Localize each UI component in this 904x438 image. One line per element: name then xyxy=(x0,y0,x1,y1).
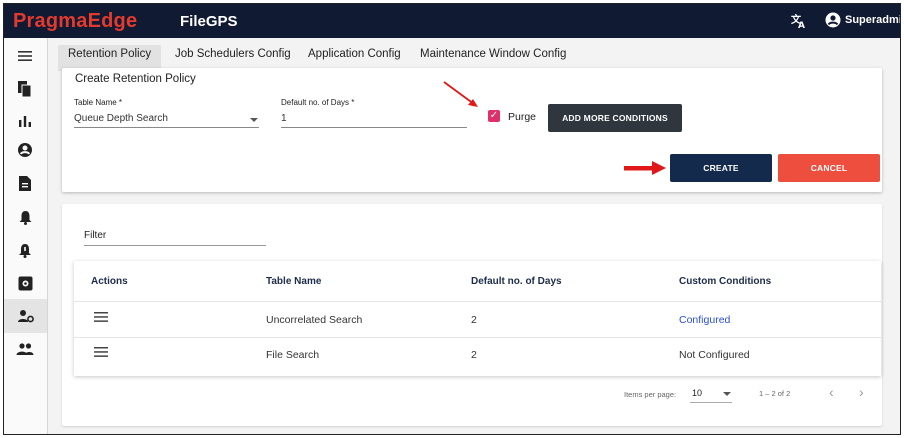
days-underline xyxy=(281,127,467,128)
app-window: PragmaEdge FileGPS 文A Superadmin xyxy=(3,3,901,435)
group-icon[interactable] xyxy=(16,340,34,358)
bell-icon[interactable] xyxy=(16,208,34,226)
account-icon[interactable] xyxy=(16,141,34,159)
table-name-label: Table Name * xyxy=(74,98,123,107)
create-button[interactable]: CREATE xyxy=(670,154,772,182)
cancel-button[interactable]: CANCEL xyxy=(778,154,880,182)
user-name[interactable]: Superadmin xyxy=(845,14,900,26)
filter-underline xyxy=(84,245,266,246)
policy-table: Actions Table Name Default no. of Days C… xyxy=(74,261,881,376)
svg-text:A: A xyxy=(798,21,805,30)
table-name-underline xyxy=(74,127,259,128)
table-cell-days: 2 xyxy=(471,314,477,326)
items-per-page-underline xyxy=(690,402,732,403)
items-per-page-select[interactable]: 10 xyxy=(692,388,702,398)
previous-page-icon[interactable]: ‹ xyxy=(829,384,834,400)
create-policy-title: Create Retention Policy xyxy=(75,73,196,85)
table-name-select[interactable]: Queue Depth Search xyxy=(74,113,168,124)
column-header-table-name: Table Name xyxy=(266,276,322,287)
row-actions-menu-icon[interactable] xyxy=(94,347,108,357)
chevron-down-icon[interactable] xyxy=(250,118,258,122)
annotation-arrow-create xyxy=(624,161,666,175)
document-icon[interactable] xyxy=(16,174,34,192)
items-per-page-label: Items per page: xyxy=(624,390,677,399)
next-page-icon[interactable]: › xyxy=(859,384,864,400)
column-header-default-days: Default no. of Days xyxy=(471,276,562,287)
table-cell-table-name: File Search xyxy=(266,349,320,361)
row-actions-menu-icon[interactable] xyxy=(94,312,108,322)
table-cell-conditions-link[interactable]: Configured xyxy=(679,314,730,326)
table-cell-conditions: Not Configured xyxy=(679,349,750,361)
purge-label: Purge xyxy=(508,111,537,123)
brand-logo: PragmaEdge xyxy=(13,10,138,32)
bell-alert-icon[interactable] xyxy=(16,241,34,259)
column-header-custom-conditions: Custom Conditions xyxy=(679,276,772,287)
header-divider xyxy=(74,301,881,302)
menu-icon[interactable] xyxy=(16,47,34,65)
tab-bar: Retention Policy Job Schedulers Config A… xyxy=(48,38,900,71)
user-settings-icon[interactable] xyxy=(4,299,47,333)
product-name: FileGPS xyxy=(180,13,238,30)
annotation-arrow-purge xyxy=(443,81,478,107)
chevron-down-icon[interactable] xyxy=(723,392,731,396)
column-header-actions: Actions xyxy=(91,276,128,287)
days-input[interactable]: 1 xyxy=(281,113,287,124)
add-more-conditions-button[interactable]: ADD MORE CONDITIONS xyxy=(548,104,682,132)
translate-icon[interactable]: 文A xyxy=(790,12,808,31)
pagination-range: 1 – 2 of 2 xyxy=(759,389,791,398)
files-icon[interactable] xyxy=(16,80,34,98)
filter-input[interactable]: Filter xyxy=(84,230,106,241)
table-cell-days: 2 xyxy=(471,349,477,361)
bar-chart-icon[interactable] xyxy=(16,112,34,130)
account-circle-icon[interactable] xyxy=(825,12,841,28)
row-divider xyxy=(74,337,881,338)
days-label: Default no. of Days * xyxy=(281,98,355,107)
settings-box-icon[interactable] xyxy=(16,274,34,292)
top-bar: PragmaEdge FileGPS 文A Superadmin xyxy=(4,4,900,38)
policy-list-card: Filter Actions Table Name Default no. of… xyxy=(62,204,882,426)
sidebar xyxy=(4,38,48,434)
table-cell-table-name: Uncorrelated Search xyxy=(266,314,363,326)
purge-checkbox[interactable]: ✓ xyxy=(488,110,500,122)
